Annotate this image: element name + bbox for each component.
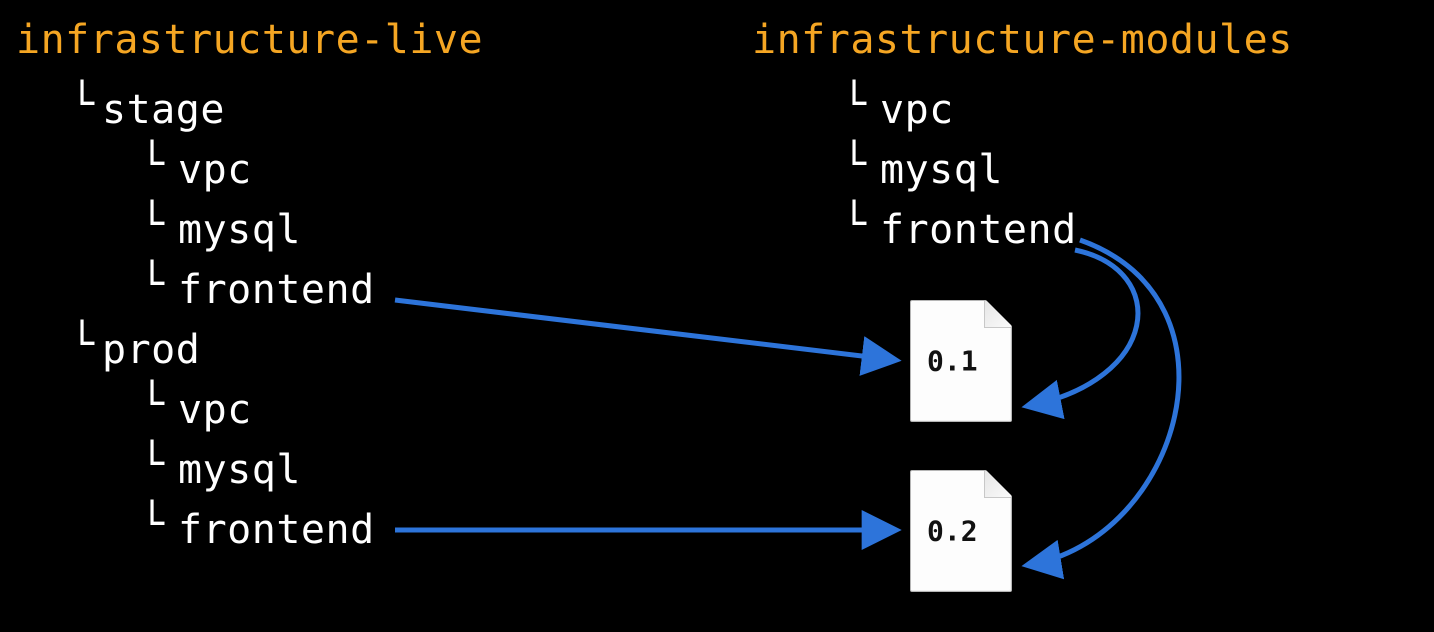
- file-version-label: 0.2: [927, 515, 978, 548]
- node-prod-mysql: mysql: [178, 450, 301, 490]
- tree-glyph-icon: └: [842, 144, 866, 184]
- tree-glyph-icon: └: [842, 84, 866, 124]
- arrow-stage-frontend-to-v1: [395, 300, 895, 360]
- node-module-frontend: frontend: [880, 210, 1077, 250]
- file-icon: 0.1: [910, 300, 1012, 422]
- node-prod-frontend: frontend: [178, 510, 375, 550]
- tree-glyph-icon: └: [140, 264, 164, 304]
- file-fold-icon: [984, 471, 1011, 498]
- node-prod-vpc: vpc: [178, 390, 252, 430]
- tree-glyph-icon: └: [842, 204, 866, 244]
- node-stage-frontend: frontend: [178, 270, 375, 310]
- tree-glyph-icon: └: [70, 84, 94, 124]
- arrow-modules-frontend-to-v1: [1028, 250, 1138, 406]
- tree-glyph-icon: └: [140, 204, 164, 244]
- diagram-stage: infrastructure-live └ stage └ vpc └ mysq…: [0, 0, 1434, 632]
- tree-glyph-icon: └: [140, 384, 164, 424]
- file-icon: 0.2: [910, 470, 1012, 592]
- file-version-label: 0.1: [927, 345, 978, 378]
- node-prod: prod: [102, 330, 200, 370]
- node-stage-vpc: vpc: [178, 150, 252, 190]
- tree-glyph-icon: └: [70, 324, 94, 364]
- node-stage-mysql: mysql: [178, 210, 301, 250]
- title-infrastructure-modules: infrastructure-modules: [752, 20, 1293, 60]
- tree-glyph-icon: └: [140, 504, 164, 544]
- node-module-mysql: mysql: [880, 150, 1003, 190]
- title-infrastructure-live: infrastructure-live: [16, 20, 483, 60]
- arrow-modules-frontend-to-v2: [1028, 240, 1179, 565]
- file-fold-icon: [984, 301, 1011, 328]
- node-stage: stage: [102, 90, 225, 130]
- node-module-vpc: vpc: [880, 90, 954, 130]
- tree-glyph-icon: └: [140, 444, 164, 484]
- tree-glyph-icon: └: [140, 144, 164, 184]
